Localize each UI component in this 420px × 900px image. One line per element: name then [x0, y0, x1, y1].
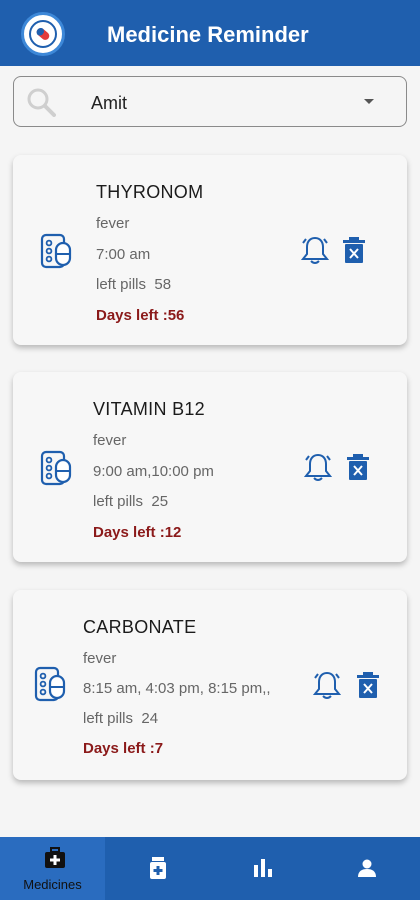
bell-icon[interactable]: [313, 670, 341, 700]
app-title: Medicine Reminder: [107, 22, 309, 47]
medicine-name: THYRONOM: [96, 182, 204, 202]
medicine-name: VITAMIN B12: [93, 399, 205, 419]
bell-icon[interactable]: [301, 235, 329, 265]
medicine-card[interactable]: CARBONATE fever 8:15 am, 4:03 pm, 8:15 p…: [13, 590, 407, 780]
delete-icon[interactable]: [357, 671, 379, 699]
pill-strip-icon: [34, 666, 66, 702]
medicine-reason: fever: [93, 432, 127, 449]
left-pills-count: 25: [151, 493, 169, 510]
days-left: Days left :12: [93, 524, 182, 541]
medicine-bottle-icon: [150, 857, 166, 879]
left-pills: left pills 24: [83, 710, 158, 727]
person-icon: [358, 859, 376, 877]
left-pills-count: 58: [154, 276, 172, 293]
left-pills-label: left pills: [96, 276, 147, 293]
dropdown-caret-icon[interactable]: [364, 99, 374, 104]
medicine-card[interactable]: VITAMIN B12 fever 9:00 am,10:00 pm left …: [13, 372, 407, 562]
selected-user: Amit: [91, 93, 127, 113]
medicine-reason: fever: [83, 650, 117, 667]
medicine-name: CARBONATE: [83, 617, 197, 637]
search-icon: [27, 88, 56, 117]
nav-tab-add-medicine[interactable]: [105, 837, 210, 900]
app-logo-icon: [21, 12, 65, 56]
pill-strip-icon: [40, 450, 72, 486]
left-pills-label: left pills: [93, 493, 144, 510]
user-select-dropdown[interactable]: Amit: [13, 76, 407, 127]
pill-strip-icon: [40, 233, 72, 269]
medicine-times: 9:00 am,10:00 pm: [93, 463, 214, 480]
left-pills-label: left pills: [83, 710, 134, 727]
medical-bag-icon: [45, 847, 65, 868]
bottom-navigation: Medicines: [0, 837, 420, 900]
medicine-times: 7:00 am: [96, 246, 151, 263]
left-pills: left pills 58: [96, 276, 171, 293]
nav-tab-profile[interactable]: [315, 837, 420, 900]
bar-chart-icon: [254, 859, 272, 877]
delete-icon[interactable]: [347, 453, 369, 481]
nav-tab-medicines[interactable]: Medicines: [0, 837, 105, 900]
app-bar: Medicine Reminder: [0, 0, 420, 66]
days-left: Days left :56: [96, 307, 185, 324]
medicine-reason: fever: [96, 215, 130, 232]
nav-label-medicines: Medicines: [23, 877, 82, 892]
delete-icon[interactable]: [343, 236, 365, 264]
nav-tab-statistics[interactable]: [210, 837, 315, 900]
bell-icon[interactable]: [304, 452, 332, 482]
medicine-card[interactable]: THYRONOM fever 7:00 am left pills 58 Day…: [13, 155, 407, 345]
days-left: Days left :7: [83, 740, 164, 757]
left-pills: left pills 25: [93, 493, 168, 510]
left-pills-count: 24: [141, 710, 159, 727]
medicine-times: 8:15 am, 4:03 pm, 8:15 pm,,: [83, 680, 271, 697]
